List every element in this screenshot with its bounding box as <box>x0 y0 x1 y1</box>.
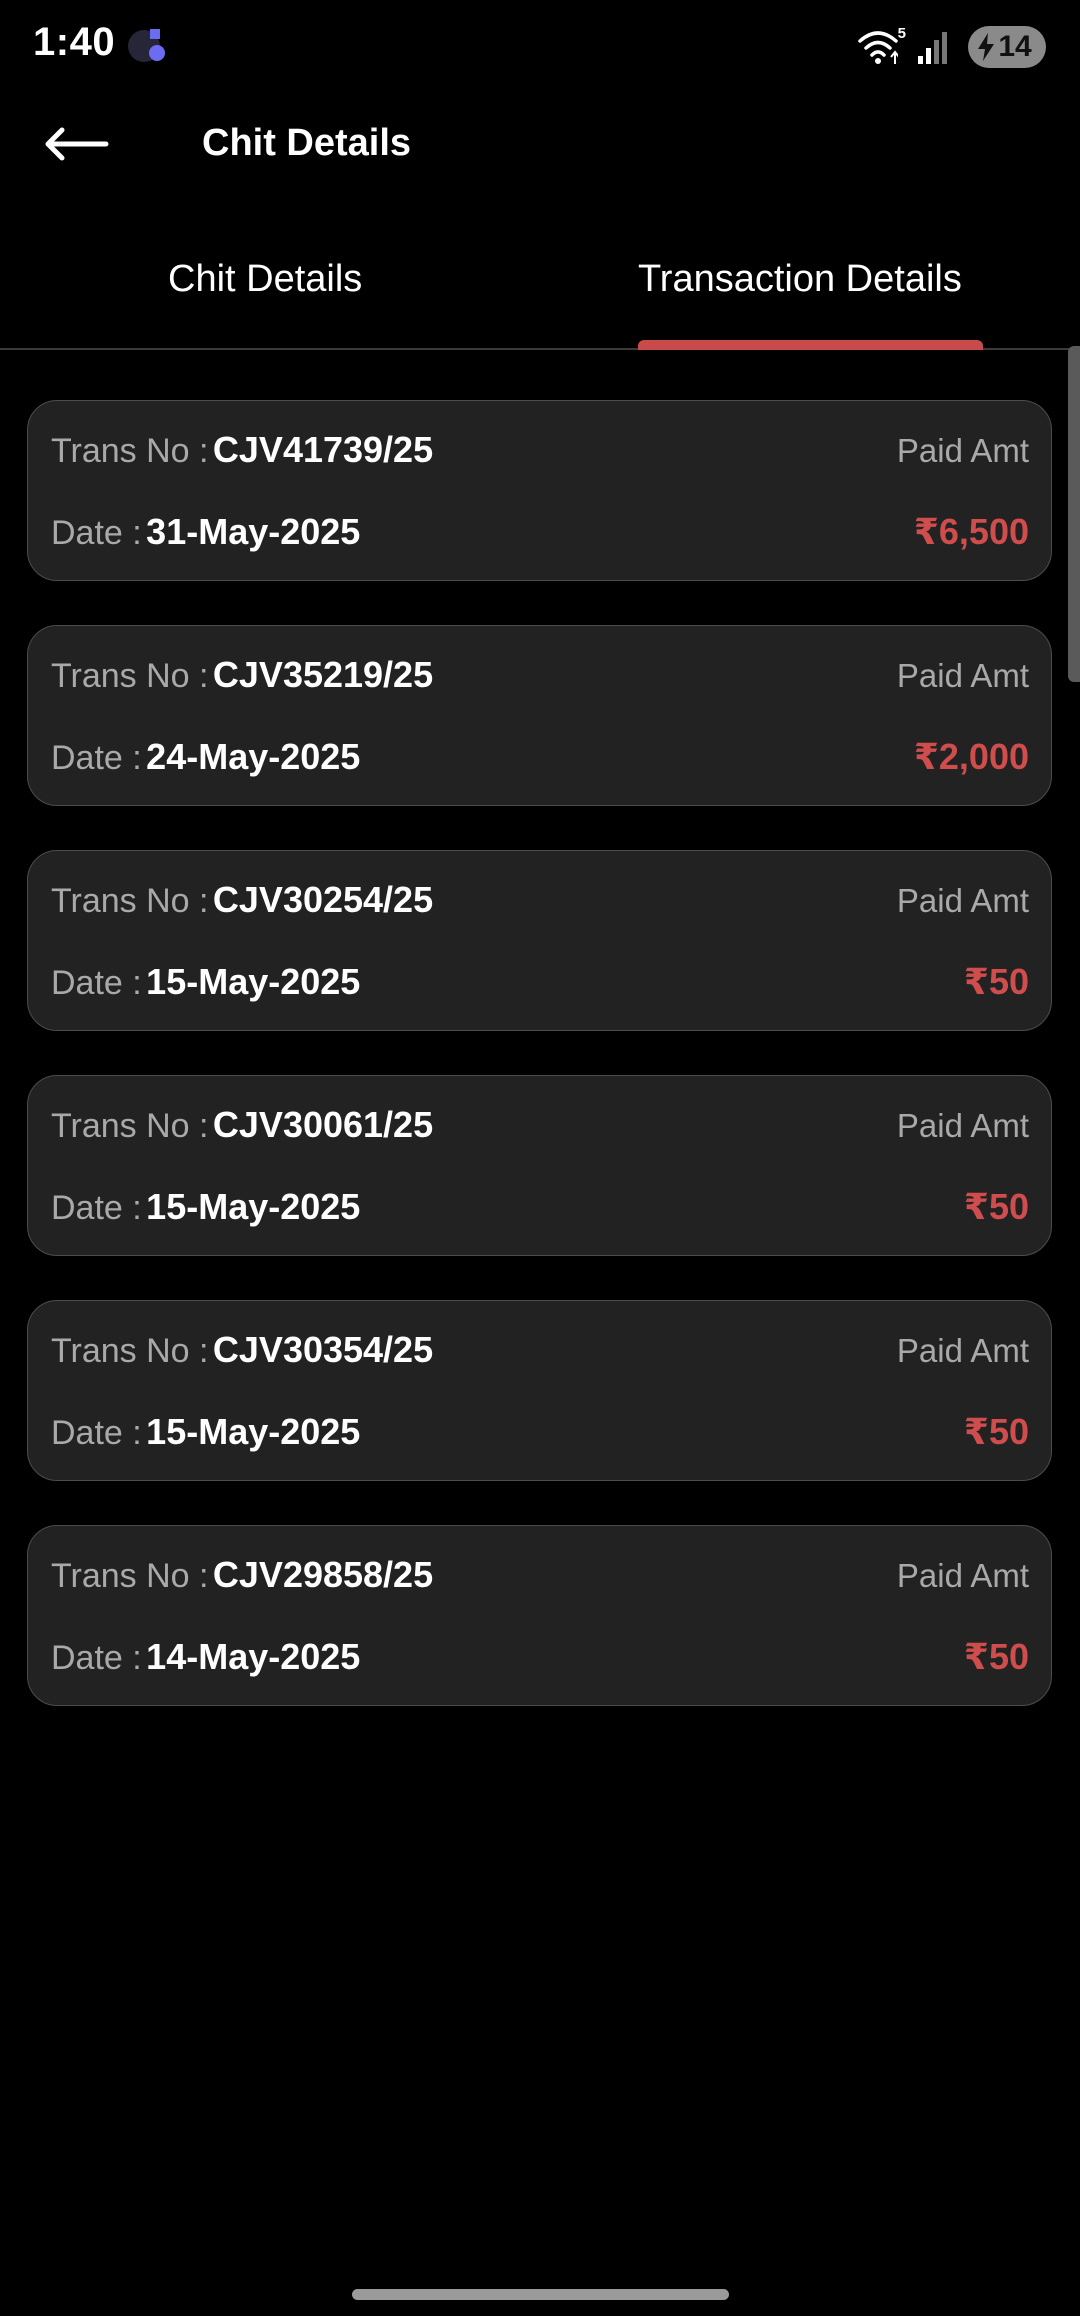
paid-amt-label: Paid Amt <box>896 1107 1029 1144</box>
active-tab-indicator <box>638 340 983 350</box>
battery-indicator: 14 <box>968 26 1046 68</box>
transaction-card[interactable]: Trans No : CJV41739/25 Paid Amt Date : 3… <box>27 400 1052 581</box>
trans-no-label: Trans No : <box>51 1557 209 1595</box>
date-label: Date : <box>51 964 142 1002</box>
tab-chit-details[interactable]: Chit Details <box>168 258 362 301</box>
transaction-card[interactable]: Trans No : CJV30354/25 Paid Amt Date : 1… <box>27 1300 1052 1481</box>
date-label: Date : <box>51 514 142 552</box>
arrow-left-icon <box>40 124 110 169</box>
paid-amt-label: Paid Amt <box>896 882 1029 919</box>
scrollbar[interactable] <box>1068 346 1080 682</box>
tab-transaction-details[interactable]: Transaction Details <box>638 258 962 301</box>
paid-amt-label: Paid Amt <box>896 1332 1029 1369</box>
app-bar: Chit Details <box>0 100 1080 192</box>
paid-amt-label: Paid Amt <box>896 1557 1029 1594</box>
wifi-icon: 5 <box>858 25 906 67</box>
date-value: 15-May-2025 <box>146 1186 361 1227</box>
transaction-card[interactable]: Trans No : CJV30254/25 Paid Amt Date : 1… <box>27 850 1052 1031</box>
trans-no-label: Trans No : <box>51 882 209 920</box>
cellular-signal-icon <box>916 28 950 66</box>
assistant-app-icon <box>126 25 170 67</box>
trans-no-label: Trans No : <box>51 1107 209 1145</box>
paid-amount: ₹50 <box>963 961 1029 1002</box>
paid-amount: ₹50 <box>963 1411 1029 1452</box>
tab-bar: Chit Details Transaction Details <box>0 228 1080 350</box>
status-bar: 1:40 5 14 <box>0 0 1080 92</box>
date-label: Date : <box>51 1414 142 1452</box>
trans-no-label: Trans No : <box>51 657 209 695</box>
trans-no-value: CJV30354/25 <box>212 1329 434 1370</box>
back-button[interactable] <box>30 114 120 178</box>
trans-no-value: CJV29858/25 <box>212 1554 434 1595</box>
trans-no-label: Trans No : <box>51 432 209 470</box>
status-icons: 5 14 <box>858 24 1046 70</box>
transaction-card[interactable]: Trans No : CJV35219/25 Paid Amt Date : 2… <box>27 625 1052 806</box>
paid-amount: ₹2,000 <box>913 736 1029 777</box>
paid-amount: ₹50 <box>963 1186 1029 1227</box>
date-label: Date : <box>51 739 142 777</box>
transaction-card[interactable]: Trans No : CJV29858/25 Paid Amt Date : 1… <box>27 1525 1052 1706</box>
date-value: 15-May-2025 <box>146 1411 361 1452</box>
paid-amount: ₹6,500 <box>913 511 1029 552</box>
transaction-card[interactable]: Trans No : CJV30061/25 Paid Amt Date : 1… <box>27 1075 1052 1256</box>
battery-level: 14 <box>998 30 1032 63</box>
paid-amount: ₹50 <box>963 1636 1029 1677</box>
trans-no-value: CJV30254/25 <box>212 879 434 920</box>
date-value: 24-May-2025 <box>146 736 361 777</box>
page-title: Chit Details <box>202 122 412 164</box>
wifi-standard-label: 5 <box>897 25 906 42</box>
paid-amt-label: Paid Amt <box>896 657 1029 694</box>
paid-amt-label: Paid Amt <box>896 432 1029 469</box>
date-label: Date : <box>51 1639 142 1677</box>
home-indicator[interactable] <box>352 2289 729 2300</box>
trans-no-value: CJV30061/25 <box>212 1104 434 1145</box>
trans-no-value: CJV41739/25 <box>212 429 434 470</box>
status-time: 1:40 <box>33 20 116 64</box>
date-value: 14-May-2025 <box>146 1636 361 1677</box>
date-label: Date : <box>51 1189 142 1227</box>
date-value: 15-May-2025 <box>146 961 361 1002</box>
date-value: 31-May-2025 <box>146 511 361 552</box>
trans-no-label: Trans No : <box>51 1332 209 1370</box>
transaction-list: Trans No : CJV41739/25 Paid Amt Date : 3… <box>27 400 1052 1750</box>
charging-bolt-icon <box>976 32 996 62</box>
trans-no-value: CJV35219/25 <box>212 654 434 695</box>
